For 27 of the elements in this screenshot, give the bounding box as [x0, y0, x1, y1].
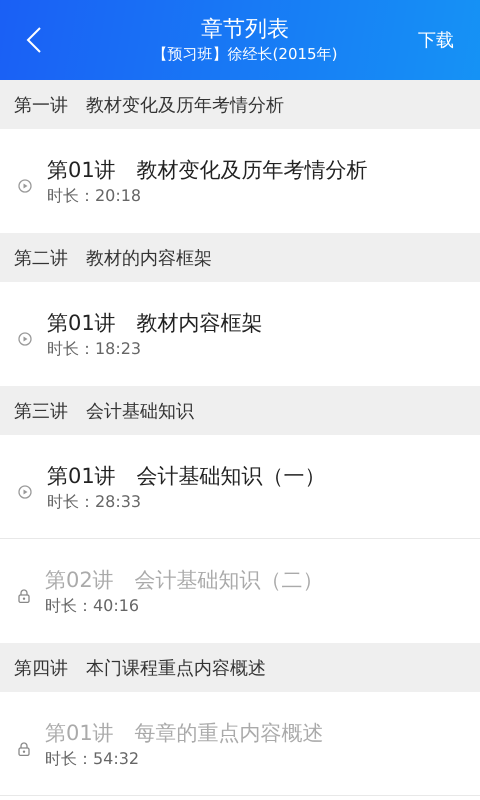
lesson-duration: 时长：20:18	[47, 185, 142, 207]
lock-icon	[18, 742, 30, 756]
lesson-duration: 时长：54:32	[45, 748, 140, 770]
page-subtitle: 【预习班】徐经长(2015年)	[152, 44, 338, 64]
lock-icon	[18, 589, 30, 603]
play-icon	[18, 179, 32, 193]
lesson-title: 第01讲 教材变化及历年考情分析	[47, 157, 368, 184]
lesson-item[interactable]: 第02讲 会计基础知识（二） 时长：40:16	[0, 539, 480, 643]
play-icon	[18, 484, 32, 498]
lesson-title: 第01讲 每章的重点内容概述	[45, 720, 324, 746]
lesson-item[interactable]: 第01讲 教材变化及历年考情分析 时长：20:18	[0, 129, 480, 233]
lesson-duration: 时长：40:16	[45, 595, 140, 617]
lesson-title: 第02讲 会计基础知识（二）	[45, 567, 324, 594]
lesson-title: 第01讲 教材内容框架	[47, 310, 263, 337]
lesson-item[interactable]: 第01讲 每章的重点内容概述 时长：54:32	[0, 692, 480, 796]
chapter-title: 第三讲 会计基础知识	[14, 400, 194, 422]
lesson-title: 第01讲 会计基础知识（一）	[47, 462, 326, 490]
back-icon[interactable]	[26, 27, 42, 53]
lesson-item[interactable]: 第01讲 会计基础知识（一） 时长：28:33	[0, 435, 480, 539]
chapter-title: 第四讲 本门课程重点内容概述	[14, 656, 266, 680]
lesson-duration: 时长：28:33	[47, 490, 142, 512]
lesson-item[interactable]: 第01讲 教材内容框架 时长：18:23	[0, 282, 480, 386]
play-icon	[18, 332, 32, 346]
chapter-title: 第一讲 教材变化及历年考情分析	[14, 94, 284, 116]
lesson-duration: 时长：18:23	[47, 338, 142, 360]
chapter-title: 第二讲 教材的内容框架	[14, 246, 212, 270]
page-title: 章节列表	[201, 16, 289, 44]
